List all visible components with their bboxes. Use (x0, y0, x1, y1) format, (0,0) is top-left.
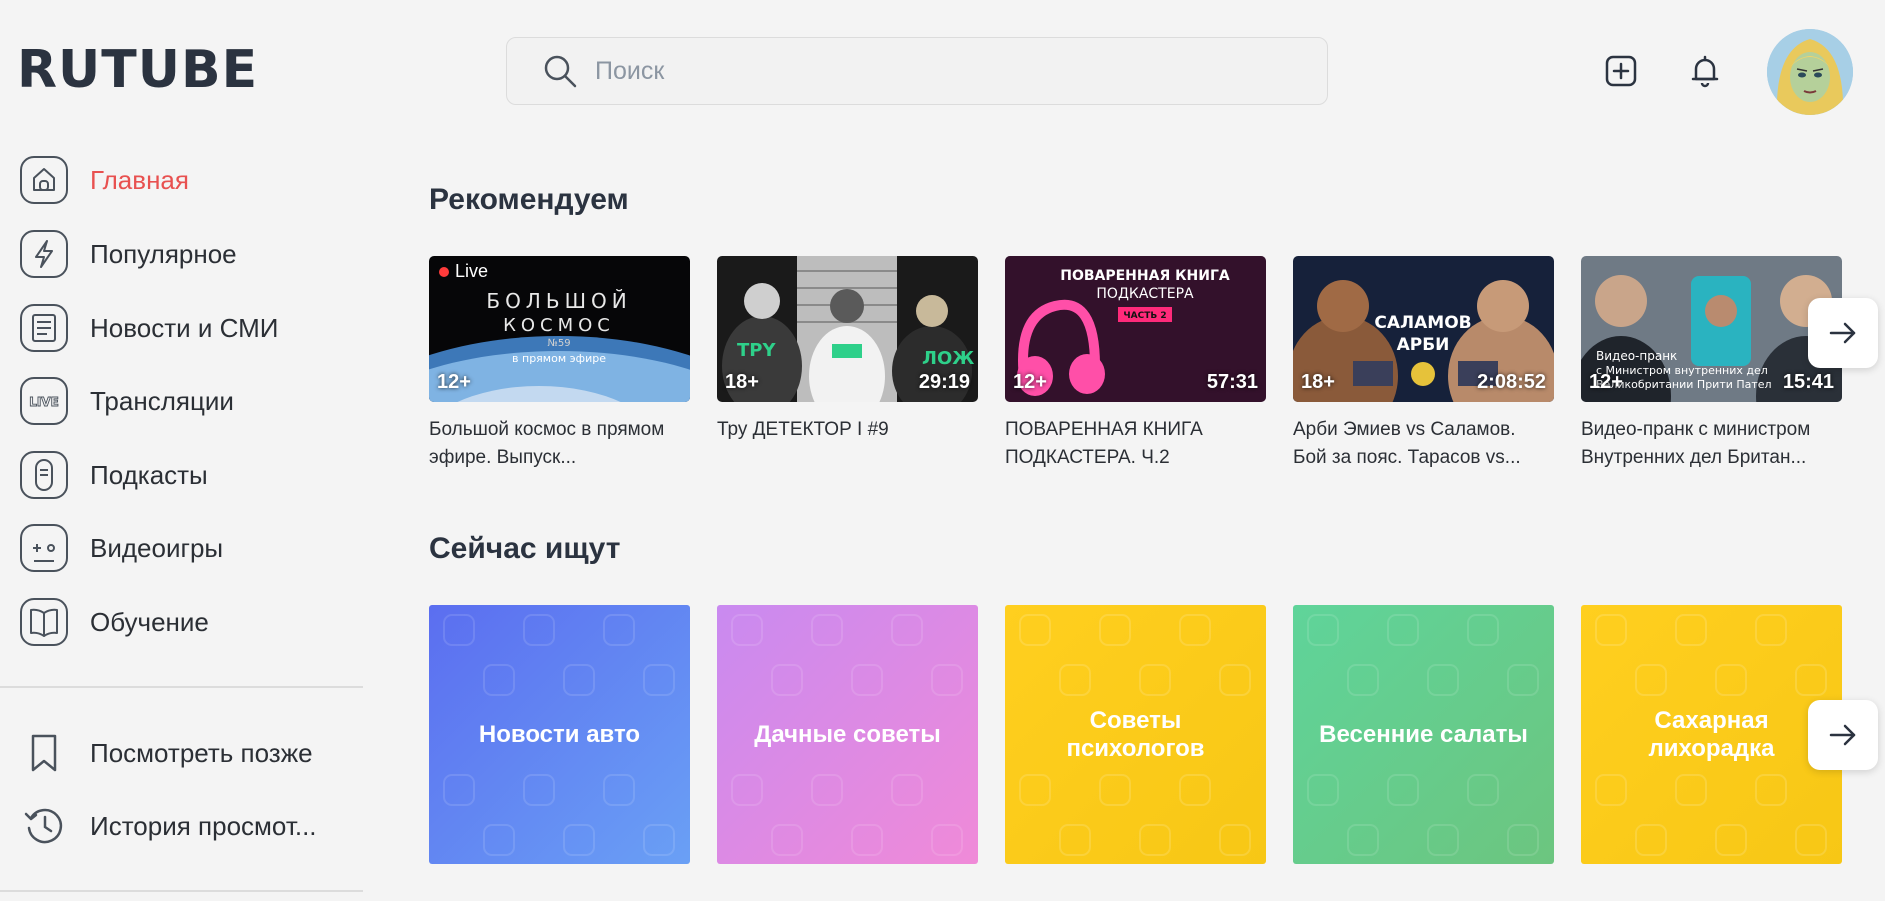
video-card[interactable]: БОЛЬШОЙ КОСМОС №59 в прямом эфире Live 1… (429, 256, 690, 472)
age-rating: 12+ (1013, 371, 1047, 393)
sidebar-item-label: История просмот... (90, 810, 317, 841)
video-card[interactable]: ПОВАРЕННАЯ КНИГА ПОДКАСТЕРА ЧАСТЬ 2 12+ … (1005, 256, 1266, 472)
search-tile-label: Советы психологов (1066, 706, 1205, 762)
svg-text:АРБИ: АРБИ (1397, 335, 1450, 355)
video-title[interactable]: Тру ДЕТЕКТОР I #9 (717, 416, 978, 444)
search-tile-label: Весенние салаты (1319, 720, 1528, 748)
live-dot-icon (439, 266, 449, 277)
home-icon (18, 154, 70, 206)
live-badge: Live (439, 261, 488, 282)
age-rating: 12+ (1589, 371, 1623, 393)
live-icon: LIVE (18, 375, 70, 427)
sidebar-item-news[interactable]: Новости и СМИ (18, 300, 348, 356)
video-title[interactable]: Арби Эмиев vs Саламов. Бой за пояс. Тара… (1293, 416, 1554, 472)
lightning-icon (18, 228, 70, 280)
search-input[interactable] (593, 55, 1237, 87)
svg-text:TPY: TPY (737, 340, 776, 361)
video-duration: 2:08:52 (1477, 371, 1546, 393)
user-avatar[interactable] (1767, 29, 1853, 115)
search-tile-label: Новости авто (478, 720, 641, 748)
age-rating: 18+ (1301, 371, 1335, 393)
svg-text:в прямом эфире: в прямом эфире (512, 352, 606, 365)
video-card[interactable]: САЛАМОВ АРБИ 18+ 2:08:52 Арби Эмиев vs С… (1293, 256, 1554, 472)
sidebar-item-education[interactable]: Обучение (18, 594, 348, 650)
svg-text:ЛОЖ: ЛОЖ (922, 348, 974, 369)
sidebar-item-videogames[interactable]: Видеоигры (18, 520, 348, 576)
svg-text:LIVE: LIVE (29, 395, 59, 409)
upload-button[interactable] (1602, 52, 1640, 90)
avatar-image (1767, 29, 1853, 115)
bookmark-icon (18, 727, 70, 779)
sidebar-item-home[interactable]: Главная (18, 152, 348, 208)
sidebar-item-label: Популярное (90, 238, 237, 269)
sidebar-item-label: Трансляции (90, 385, 234, 416)
svg-text:КОСМОС: КОСМОС (503, 315, 615, 336)
arrow-right-icon (1829, 322, 1856, 344)
video-duration: 57:31 (1206, 371, 1258, 393)
sidebar-divider (0, 686, 363, 688)
plus-square-icon (1605, 55, 1637, 87)
video-card[interactable]: TPY ЛОЖ 18+ 29:19 Тру ДЕТЕКТОР I #9 (717, 256, 978, 444)
newspaper-icon (18, 302, 70, 354)
sidebar-item-label: Подкасты (90, 459, 208, 490)
search-tile[interactable]: Дачные советы (717, 605, 978, 864)
search-tile-label: Сахарная лихорадка (1648, 706, 1775, 762)
svg-text:БОЛЬШОЙ: БОЛЬШОЙ (486, 289, 631, 313)
section-title-recommended: Рекомендуем (429, 183, 629, 216)
svg-text:№59: №59 (547, 338, 570, 349)
section-title-trending: Сейчас ищут (429, 532, 621, 565)
video-duration: 29:19 (918, 371, 970, 393)
video-title[interactable]: Видео-пранк с министром Внутренних дел Б… (1581, 416, 1842, 472)
search-tile[interactable]: Сахарная лихорадка (1581, 605, 1842, 864)
search-tile-label: Дачные советы (754, 720, 941, 748)
sidebar-item-label: Главная (90, 164, 189, 195)
history-icon (18, 800, 70, 852)
notifications-button[interactable] (1686, 52, 1724, 90)
book-icon (18, 596, 70, 648)
sidebar-item-popular[interactable]: Популярное (18, 226, 348, 282)
rutube-logo[interactable]: RUTUBE (17, 40, 258, 100)
video-title[interactable]: Большой космос в прямом эфире. Выпуск... (429, 416, 690, 472)
sidebar-item-label: Посмотреть позже (90, 737, 313, 768)
svg-text:ПОДКАСТЕРА: ПОДКАСТЕРА (1096, 286, 1194, 302)
svg-text:САЛАМОВ: САЛАМОВ (1374, 313, 1471, 333)
sidebar-item-watch-later[interactable]: Посмотреть позже (18, 725, 348, 781)
sidebar-item-history[interactable]: История просмот... (18, 798, 348, 854)
svg-text:Видео-пранк: Видео-пранк (1596, 349, 1677, 363)
search-tile[interactable]: Новости авто (429, 605, 690, 864)
microphone-icon (18, 449, 70, 501)
video-card[interactable]: Видео-пранк с Министром внутренних дел В… (1581, 256, 1842, 472)
age-rating: 18+ (725, 371, 759, 393)
video-thumbnail[interactable]: TPY ЛОЖ 18+ 29:19 (717, 256, 978, 402)
search-icon (544, 55, 577, 88)
bell-icon (1691, 55, 1719, 88)
sidebar-divider (0, 890, 363, 892)
svg-text:ПОВАРЕННАЯ КНИГА: ПОВАРЕННАЯ КНИГА (1060, 268, 1230, 284)
sidebar-item-label: Обучение (90, 606, 209, 637)
video-duration: 15:41 (1782, 371, 1834, 393)
video-title[interactable]: ПОВАРЕННАЯ КНИГА ПОДКАСТЕРА. Ч.2 (1005, 416, 1266, 472)
sidebar-item-label: Новости и СМИ (90, 312, 279, 343)
video-thumbnail[interactable]: САЛАМОВ АРБИ 18+ 2:08:52 (1293, 256, 1554, 402)
video-thumbnail[interactable]: Видео-пранк с Министром внутренних дел В… (1581, 256, 1842, 402)
gamepad-icon (18, 522, 70, 574)
video-thumbnail[interactable]: ПОВАРЕННАЯ КНИГА ПОДКАСТЕРА ЧАСТЬ 2 12+ … (1005, 256, 1266, 402)
sidebar-item-podcasts[interactable]: Подкасты (18, 447, 348, 503)
sidebar-item-streams[interactable]: LIVE Трансляции (18, 373, 348, 429)
video-thumbnail[interactable]: БОЛЬШОЙ КОСМОС №59 в прямом эфире Live 1… (429, 256, 690, 402)
search-tile[interactable]: Советы психологов (1005, 605, 1266, 864)
search-box[interactable] (506, 37, 1328, 105)
carousel-next-button[interactable] (1808, 298, 1878, 368)
search-tile[interactable]: Весенние салаты (1293, 605, 1554, 864)
sidebar-item-label: Видеоигры (90, 532, 224, 563)
svg-text:ЧАСТЬ 2: ЧАСТЬ 2 (1123, 311, 1166, 321)
age-rating: 12+ (437, 371, 471, 393)
